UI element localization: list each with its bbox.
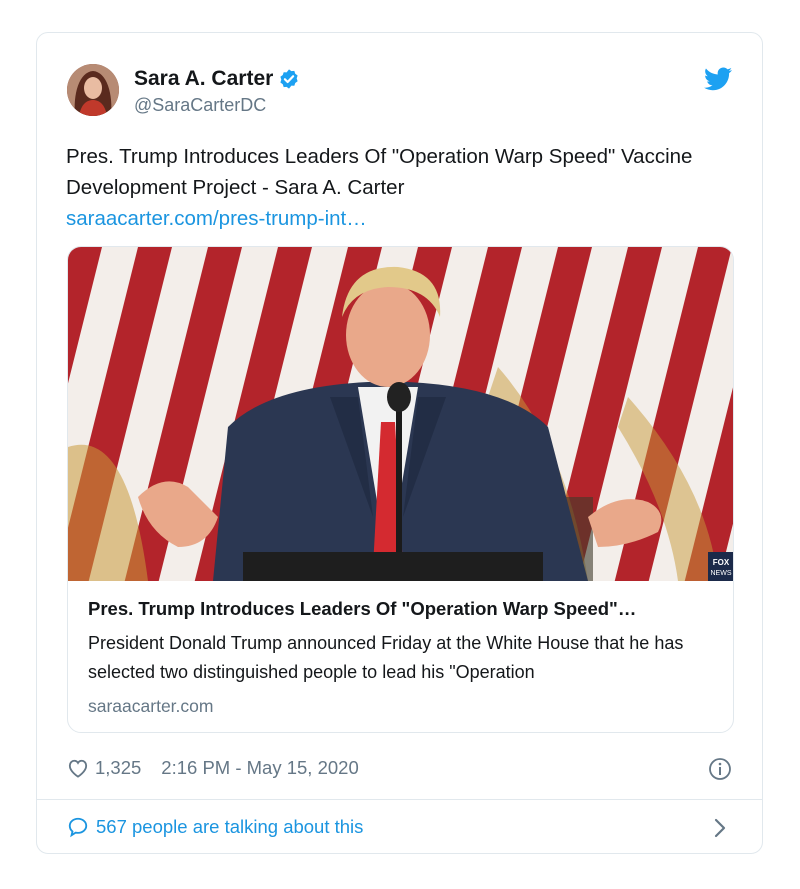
info-icon[interactable] xyxy=(708,757,732,781)
tweet-actions: 1,325 2:16 PM - May 15, 2020 xyxy=(67,757,359,779)
like-count[interactable]: 1,325 xyxy=(95,757,141,779)
tweet-timestamp[interactable]: 2:16 PM - May 15, 2020 xyxy=(161,757,358,779)
svg-text:FOX: FOX xyxy=(713,558,730,567)
footer-divider xyxy=(37,799,762,800)
verified-badge-icon xyxy=(280,69,298,89)
chevron-right-icon[interactable] xyxy=(714,818,726,838)
tweet-body: Pres. Trump Introduces Leaders Of "Opera… xyxy=(66,145,693,199)
author-name[interactable]: Sara A. Carter xyxy=(134,67,273,91)
author-handle[interactable]: @SaraCarterDC xyxy=(134,95,266,116)
link-preview-domain: saraacarter.com xyxy=(88,696,214,716)
chat-bubble-icon xyxy=(68,817,88,838)
link-preview-description: President Donald Trump announced Friday … xyxy=(88,633,684,682)
talking-count-text: 567 people are talking about this xyxy=(96,816,364,837)
tweet-embed-card: Sara A. Carter @SaraCarterDC Pres. Trump… xyxy=(36,32,763,854)
svg-text:NEWS: NEWS xyxy=(711,570,732,577)
link-preview-card[interactable]: FOX NEWS Pres. Trump Introduces Leaders … xyxy=(67,246,734,733)
tweet-link[interactable]: saraacarter.com/pres-trump-int… xyxy=(66,203,726,234)
conversation-link[interactable]: 567 people are talking about this xyxy=(67,816,363,838)
heart-icon[interactable] xyxy=(67,758,89,778)
tweet-text: Pres. Trump Introduces Leaders Of "Opera… xyxy=(66,141,726,234)
avatar[interactable] xyxy=(67,64,119,116)
twitter-bird-icon[interactable] xyxy=(704,67,732,91)
link-preview-title[interactable]: Pres. Trump Introduces Leaders Of "Opera… xyxy=(88,598,718,620)
author-row: Sara A. Carter xyxy=(134,67,300,91)
link-preview-image[interactable]: FOX NEWS xyxy=(68,247,734,581)
link-preview-meta: Pres. Trump Introduces Leaders Of "Opera… xyxy=(88,598,718,717)
